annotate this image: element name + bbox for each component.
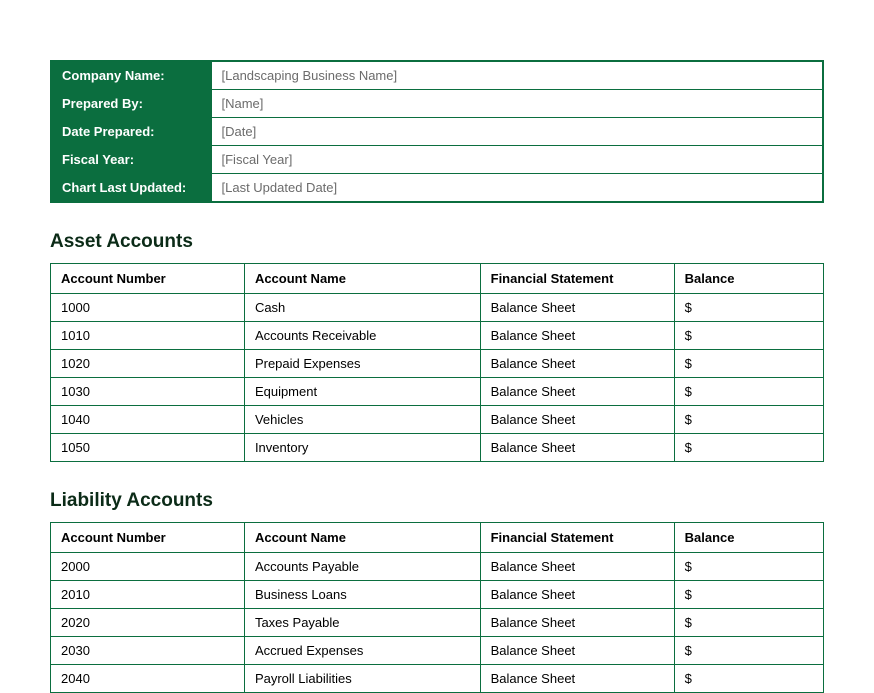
table-row: 1030EquipmentBalance Sheet$ (51, 378, 824, 406)
col-header-financial-statement: Financial Statement (480, 523, 674, 553)
cell-num: 1050 (51, 434, 245, 462)
cell-bal: $ (674, 581, 823, 609)
cell-stmt: Balance Sheet (480, 378, 674, 406)
cell-stmt: Balance Sheet (480, 322, 674, 350)
cell-name: Vehicles (244, 406, 480, 434)
cell-bal: $ (674, 637, 823, 665)
cell-bal: $ (674, 553, 823, 581)
liability-accounts-table: Account Number Account Name Financial St… (50, 522, 824, 693)
info-label: Date Prepared: (51, 118, 211, 146)
info-row: Prepared By:[Name] (51, 90, 823, 118)
table-header-row: Account Number Account Name Financial St… (51, 264, 824, 294)
table-row: 1040VehiclesBalance Sheet$ (51, 406, 824, 434)
cell-bal: $ (674, 665, 823, 693)
cell-name: Accounts Receivable (244, 322, 480, 350)
info-value: [Name] (211, 90, 823, 118)
asset-accounts-body: 1000CashBalance Sheet$1010Accounts Recei… (51, 294, 824, 462)
info-label: Prepared By: (51, 90, 211, 118)
cell-stmt: Balance Sheet (480, 665, 674, 693)
table-row: 2010Business LoansBalance Sheet$ (51, 581, 824, 609)
company-info-table: Company Name:[Landscaping Business Name]… (50, 60, 824, 203)
company-info-body: Company Name:[Landscaping Business Name]… (51, 61, 823, 202)
cell-stmt: Balance Sheet (480, 637, 674, 665)
info-row: Company Name:[Landscaping Business Name] (51, 61, 823, 90)
table-header-row: Account Number Account Name Financial St… (51, 523, 824, 553)
cell-stmt: Balance Sheet (480, 609, 674, 637)
cell-name: Accrued Expenses (244, 637, 480, 665)
cell-name: Business Loans (244, 581, 480, 609)
cell-name: Equipment (244, 378, 480, 406)
table-row: 1000CashBalance Sheet$ (51, 294, 824, 322)
liability-accounts-body: 2000Accounts PayableBalance Sheet$2010Bu… (51, 553, 824, 693)
col-header-financial-statement: Financial Statement (480, 264, 674, 294)
col-header-account-number: Account Number (51, 264, 245, 294)
cell-num: 2020 (51, 609, 245, 637)
cell-bal: $ (674, 378, 823, 406)
info-value: [Landscaping Business Name] (211, 61, 823, 90)
cell-stmt: Balance Sheet (480, 553, 674, 581)
table-row: 2020Taxes PayableBalance Sheet$ (51, 609, 824, 637)
cell-num: 2030 (51, 637, 245, 665)
cell-bal: $ (674, 406, 823, 434)
info-label: Fiscal Year: (51, 146, 211, 174)
cell-stmt: Balance Sheet (480, 294, 674, 322)
cell-num: 2010 (51, 581, 245, 609)
table-row: 2040Payroll LiabilitiesBalance Sheet$ (51, 665, 824, 693)
cell-bal: $ (674, 294, 823, 322)
cell-name: Inventory (244, 434, 480, 462)
asset-accounts-heading: Asset Accounts (50, 231, 824, 253)
cell-name: Prepaid Expenses (244, 350, 480, 378)
info-row: Date Prepared:[Date] (51, 118, 823, 146)
cell-name: Accounts Payable (244, 553, 480, 581)
cell-num: 1010 (51, 322, 245, 350)
table-row: 1020Prepaid ExpensesBalance Sheet$ (51, 350, 824, 378)
table-row: 1050InventoryBalance Sheet$ (51, 434, 824, 462)
cell-num: 1000 (51, 294, 245, 322)
cell-stmt: Balance Sheet (480, 406, 674, 434)
table-row: 1010Accounts ReceivableBalance Sheet$ (51, 322, 824, 350)
info-row: Chart Last Updated:[Last Updated Date] (51, 174, 823, 203)
asset-accounts-table: Account Number Account Name Financial St… (50, 263, 824, 462)
info-label: Company Name: (51, 61, 211, 90)
info-value: [Date] (211, 118, 823, 146)
cell-stmt: Balance Sheet (480, 434, 674, 462)
cell-bal: $ (674, 350, 823, 378)
liability-accounts-heading: Liability Accounts (50, 490, 824, 512)
info-value: [Fiscal Year] (211, 146, 823, 174)
table-row: 2000Accounts PayableBalance Sheet$ (51, 553, 824, 581)
col-header-account-number: Account Number (51, 523, 245, 553)
cell-num: 2000 (51, 553, 245, 581)
cell-stmt: Balance Sheet (480, 350, 674, 378)
cell-num: 1030 (51, 378, 245, 406)
cell-bal: $ (674, 434, 823, 462)
cell-name: Cash (244, 294, 480, 322)
cell-num: 1040 (51, 406, 245, 434)
info-row: Fiscal Year:[Fiscal Year] (51, 146, 823, 174)
col-header-balance: Balance (674, 523, 823, 553)
cell-num: 1020 (51, 350, 245, 378)
col-header-account-name: Account Name (244, 264, 480, 294)
cell-stmt: Balance Sheet (480, 581, 674, 609)
col-header-account-name: Account Name (244, 523, 480, 553)
table-row: 2030Accrued ExpensesBalance Sheet$ (51, 637, 824, 665)
info-value: [Last Updated Date] (211, 174, 823, 203)
cell-bal: $ (674, 609, 823, 637)
cell-num: 2040 (51, 665, 245, 693)
cell-name: Payroll Liabilities (244, 665, 480, 693)
info-label: Chart Last Updated: (51, 174, 211, 203)
col-header-balance: Balance (674, 264, 823, 294)
cell-name: Taxes Payable (244, 609, 480, 637)
cell-bal: $ (674, 322, 823, 350)
